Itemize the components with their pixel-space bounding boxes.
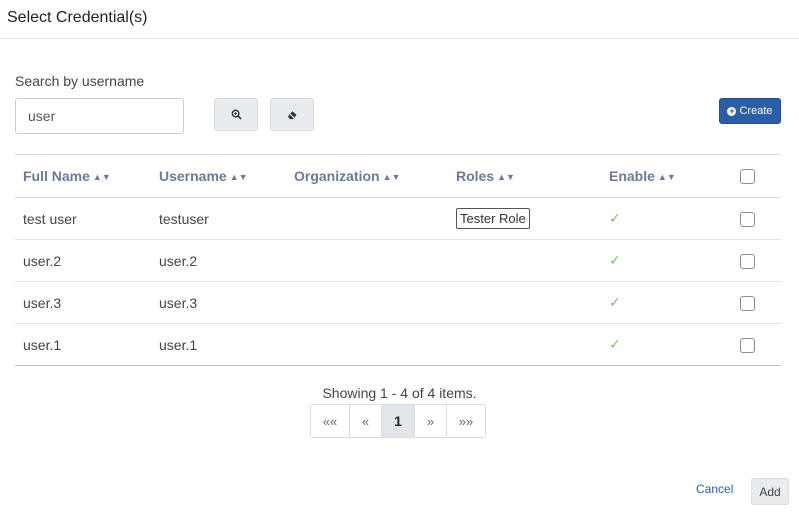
- cell-enable: ✓: [601, 239, 732, 282]
- column-header-roles[interactable]: Roles ▲▼: [448, 154, 601, 198]
- cell-roles: [448, 281, 601, 324]
- create-button[interactable]: + Create: [719, 98, 781, 124]
- cell-roles: Tester Role: [448, 197, 601, 240]
- pagination-summary: Showing 1 - 4 of 4 items.: [322, 385, 477, 401]
- clear-search-button[interactable]: [270, 98, 314, 131]
- plus-circle-icon: +: [727, 105, 737, 116]
- current-page-button[interactable]: 1: [382, 405, 415, 437]
- select-all-cell: [732, 154, 781, 198]
- table-row[interactable]: user.3 user.3 ✓: [15, 281, 781, 324]
- enabled-check-icon: ✓: [609, 294, 621, 310]
- cell-select: [732, 323, 781, 366]
- cell-organization: [286, 239, 448, 282]
- select-credentials-dialog: Select Credential(s) Search by username …: [0, 0, 799, 513]
- cell-full-name: user.3: [15, 281, 151, 324]
- cell-username: user.2: [151, 239, 286, 282]
- column-header-organization[interactable]: Organization ▲▼: [286, 154, 448, 198]
- table-header-row: Full Name ▲▼ Username ▲▼ Organization ▲▼ Ro…: [15, 154, 781, 198]
- cell-organization: [286, 197, 448, 240]
- sort-icon: ▲▼: [382, 172, 401, 182]
- cell-full-name: test user: [15, 197, 151, 240]
- table-row[interactable]: user.1 user.1 ✓: [15, 323, 781, 366]
- cell-select: [732, 281, 781, 324]
- pagination: «« « 1 » »»: [310, 404, 486, 438]
- cell-organization: [286, 323, 448, 366]
- next-page-button[interactable]: »: [415, 405, 447, 437]
- sort-icon: ▲▼: [497, 172, 515, 182]
- sort-icon: ▲▼: [657, 172, 676, 182]
- last-page-button[interactable]: »»: [447, 405, 485, 437]
- cell-username: user.3: [151, 281, 286, 324]
- add-button[interactable]: Add: [751, 478, 789, 505]
- table-row[interactable]: test user testuser Tester Role ✓: [15, 197, 781, 240]
- cell-select: [732, 197, 781, 240]
- search-label: Search by username: [15, 73, 145, 89]
- row-checkbox[interactable]: [740, 295, 755, 311]
- cell-enable: ✓: [601, 281, 732, 324]
- prev-page-button[interactable]: «: [350, 405, 382, 437]
- row-checkbox[interactable]: [740, 337, 755, 353]
- dialog-title: Select Credential(s): [7, 9, 148, 26]
- sort-icon: ▲▼: [92, 172, 111, 182]
- cell-select: [732, 239, 781, 282]
- cell-username: testuser: [151, 197, 286, 240]
- cell-enable: ✓: [601, 323, 732, 366]
- first-page-button[interactable]: ««: [311, 405, 350, 437]
- role-badge: Tester Role: [456, 208, 530, 229]
- username-search-input[interactable]: [15, 98, 184, 134]
- cell-roles: [448, 239, 601, 282]
- dialog-header: Select Credential(s): [0, 0, 799, 39]
- cancel-button[interactable]: Cancel: [696, 482, 733, 496]
- table-row[interactable]: user.2 user.2 ✓: [15, 239, 781, 282]
- magnifier-zoom-icon: [231, 109, 242, 120]
- column-header-enable[interactable]: Enable ▲▼: [601, 154, 732, 198]
- cell-enable: ✓: [601, 197, 732, 240]
- enabled-check-icon: ✓: [609, 210, 621, 226]
- select-all-checkbox[interactable]: [740, 169, 755, 185]
- cell-username: user.1: [151, 323, 286, 366]
- cell-full-name: user.1: [15, 323, 151, 366]
- eraser-icon: [287, 111, 297, 120]
- cell-full-name: user.2: [15, 239, 151, 282]
- row-checkbox[interactable]: [740, 253, 755, 269]
- cell-organization: [286, 281, 448, 324]
- create-button-label: Create: [739, 105, 773, 117]
- column-header-full-name[interactable]: Full Name ▲▼: [15, 154, 151, 198]
- enabled-check-icon: ✓: [609, 336, 621, 352]
- search-button[interactable]: [214, 98, 258, 131]
- cell-roles: [448, 323, 601, 366]
- sort-icon: ▲▼: [229, 172, 248, 182]
- enabled-check-icon: ✓: [609, 252, 621, 268]
- column-header-username[interactable]: Username ▲▼: [151, 154, 286, 198]
- row-checkbox[interactable]: [740, 211, 755, 227]
- credentials-table: Full Name ▲▼ Username ▲▼ Organization ▲▼ Ro…: [15, 154, 781, 366]
